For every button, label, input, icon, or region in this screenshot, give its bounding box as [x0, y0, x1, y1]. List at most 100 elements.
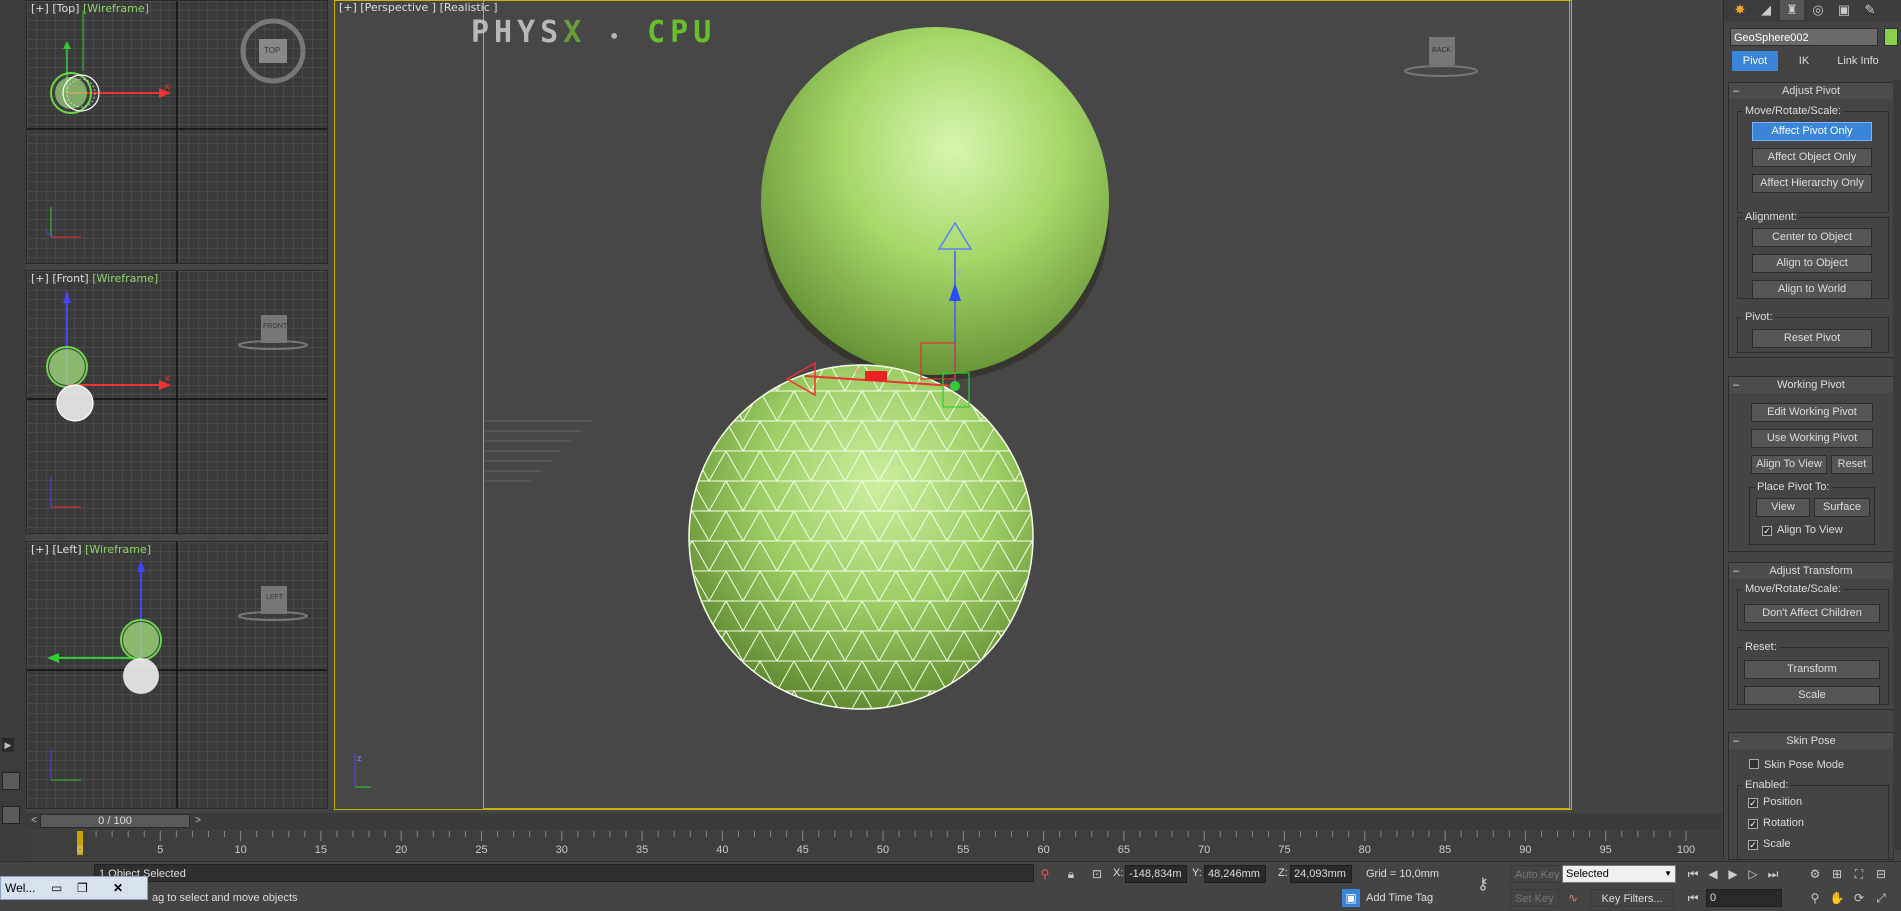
time-config-icon[interactable]: ⚙	[1806, 865, 1824, 883]
rotation-checkbox[interactable]: ✓ Rotation	[1748, 817, 1804, 829]
taskbar-window[interactable]: Wel... ▭ ❐ ✕	[0, 876, 148, 900]
zoom-extents-icon[interactable]: ⛶	[1850, 865, 1868, 883]
orbit-icon[interactable]: ⟳	[1850, 889, 1868, 907]
create-tab-icon[interactable]: ✸	[1728, 0, 1752, 20]
utilities-tab-icon[interactable]: ✎	[1858, 0, 1882, 20]
svg-text:x: x	[165, 373, 170, 383]
affect-object-only-button[interactable]: Affect Object Only	[1752, 148, 1872, 167]
time-slider[interactable]: < 0 / 100 >	[26, 813, 1722, 830]
key-icon[interactable]: ⚷	[1474, 876, 1492, 894]
viewport-perspective[interactable]: [+] [Perspective ] [Realistic ] PHYSX • …	[334, 0, 1572, 810]
tab-ik[interactable]: IK	[1784, 51, 1824, 71]
display-tab-icon[interactable]: ▣	[1832, 0, 1856, 20]
view-button[interactable]: View	[1756, 498, 1810, 517]
command-panel-scrollbar[interactable]	[1893, 80, 1901, 850]
viewport-left-label[interactable]: [+] [Left] [Wireframe]	[31, 543, 151, 556]
dont-affect-children-button[interactable]: Don't Affect Children	[1744, 604, 1880, 623]
absolute-mode-icon[interactable]: ⊡	[1088, 865, 1106, 883]
reset-pivot-button[interactable]: Reset Pivot	[1752, 329, 1872, 348]
viewport-top-label[interactable]: [+] [Top] [Wireframe]	[31, 2, 149, 15]
viewport-front-label[interactable]: [+] [Front] [Wireframe]	[31, 272, 158, 285]
track-bar[interactable]: 0 5 10 15 20 25 30 35 40 45 50 55 60 65 70 75 80 85 90 95 10…	[26, 831, 1722, 860]
collapse-icon[interactable]: –	[1733, 83, 1739, 99]
skin-pose-header[interactable]: – Skin Pose	[1729, 733, 1893, 749]
key-mode-toggle-icon[interactable]: ⏮	[1684, 889, 1702, 907]
align-to-view-button[interactable]: Align To View	[1751, 455, 1827, 474]
tool-icon[interactable]	[2, 772, 20, 790]
x-coordinate-input[interactable]: -148,834m	[1125, 865, 1187, 883]
align-to-world-button[interactable]: Align to World	[1752, 280, 1872, 299]
affect-pivot-only-button[interactable]: Affect Pivot Only	[1752, 122, 1872, 141]
expand-arrow-icon[interactable]: ▶	[2, 738, 14, 752]
viewport-front[interactable]: x [+] [Front] [Wireframe] FRONT	[26, 270, 328, 534]
reset-transform-button[interactable]: Transform	[1744, 660, 1880, 679]
play-icon[interactable]: ▶	[1724, 865, 1742, 883]
next-frame-arrow-icon[interactable]: >	[192, 814, 204, 828]
viewport-left[interactable]: [+] [Left] [Wireframe] LEFT	[26, 541, 328, 809]
tool-icon[interactable]	[2, 806, 20, 824]
goto-start-icon[interactable]: ⏮	[1684, 865, 1702, 883]
prev-frame-icon[interactable]: ◀	[1704, 865, 1722, 883]
center-to-object-button[interactable]: Center to Object	[1752, 228, 1872, 247]
viewport-perspective-label[interactable]: [+] [Perspective ] [Realistic ]	[339, 1, 498, 14]
prev-frame-arrow-icon[interactable]: <	[28, 814, 40, 828]
viewport-top[interactable]: x [+] [Top] [Wireframe] TOP	[26, 0, 328, 264]
z-coordinate-input[interactable]: 24,093mm	[1290, 865, 1352, 883]
skin-pose-mode-checkbox[interactable]: Skin Pose Mode	[1749, 759, 1844, 771]
affect-hierarchy-only-button[interactable]: Affect Hierarchy Only	[1752, 174, 1872, 193]
zoom-extents-all-icon[interactable]: ⊟	[1872, 865, 1890, 883]
zoom-icon[interactable]: ⚲	[1806, 889, 1824, 907]
position-checkbox[interactable]: ✓ Position	[1748, 796, 1802, 808]
align-to-view-checkbox[interactable]: ✓ Align To View	[1762, 524, 1843, 536]
set-key-button[interactable]: Set Key	[1510, 889, 1559, 907]
collapse-icon[interactable]: –	[1733, 733, 1739, 749]
pan-icon[interactable]: ✋	[1828, 889, 1846, 907]
use-working-pivot-button[interactable]: Use Working Pivot	[1751, 429, 1873, 448]
reset-scale-button[interactable]: Scale	[1744, 686, 1880, 705]
adjust-pivot-header[interactable]: – Adjust Pivot	[1729, 83, 1893, 99]
key-mode-select[interactable]: Selected ▼	[1562, 865, 1676, 883]
minimize-icon[interactable]: ▭	[51, 881, 62, 895]
motion-tab-icon[interactable]: ◎	[1806, 0, 1830, 20]
current-frame-input[interactable]: 0	[1706, 889, 1782, 907]
key-filters-button[interactable]: Key Filters...	[1590, 889, 1674, 907]
working-pivot-rollout: – Working Pivot Edit Working Pivot Use Wo…	[1728, 376, 1894, 552]
lock-icon[interactable]: 🔒︎	[1062, 865, 1080, 883]
track-tick-label: 85	[1438, 844, 1452, 856]
zoom-all-icon[interactable]: ⊞	[1828, 865, 1846, 883]
time-slider-thumb[interactable]: 0 / 100	[40, 814, 190, 828]
restore-icon[interactable]: ❐	[77, 881, 88, 895]
perspective-scene[interactable]: z x z	[335, 1, 1572, 810]
surface-button[interactable]: Surface	[1814, 498, 1870, 517]
edit-working-pivot-button[interactable]: Edit Working Pivot	[1751, 403, 1873, 422]
object-name-field[interactable]: GeoSphere002	[1730, 28, 1878, 46]
tab-pivot[interactable]: Pivot	[1732, 51, 1778, 71]
goto-end-icon[interactable]: ⏭	[1764, 865, 1782, 883]
hierarchy-tab-icon[interactable]: ♜	[1780, 0, 1804, 20]
viewcube-top-label[interactable]: TOP	[264, 46, 280, 55]
collapse-icon[interactable]: –	[1733, 377, 1739, 393]
collapse-icon[interactable]: –	[1733, 563, 1739, 579]
reset-working-pivot-button[interactable]: Reset	[1831, 455, 1873, 474]
pin-icon[interactable]: ⚲	[1036, 865, 1054, 883]
add-time-tag-button[interactable]: Add Time Tag	[1366, 889, 1433, 907]
viewcube-front-label[interactable]: FRONT	[263, 323, 287, 330]
maximize-viewport-icon[interactable]: ⤢	[1872, 889, 1890, 907]
object-color-swatch[interactable]	[1884, 28, 1898, 46]
scale-checkbox[interactable]: ✓ Scale	[1748, 838, 1791, 850]
close-icon[interactable]: ✕	[113, 881, 123, 895]
working-pivot-header[interactable]: – Working Pivot	[1729, 377, 1893, 393]
y-coordinate-input[interactable]: 48,246mm	[1204, 865, 1266, 883]
viewcube-left-label[interactable]: LEFT	[266, 594, 283, 601]
modify-tab-icon[interactable]: ◢	[1754, 0, 1778, 20]
time-tag-icon[interactable]: ▣	[1342, 889, 1360, 907]
auto-key-button[interactable]: Auto Key	[1510, 865, 1565, 883]
curve-icon[interactable]: ∿	[1564, 889, 1582, 907]
move-rotate-scale-group: Move/Rotate/Scale: Affect Pivot Only Aff…	[1737, 105, 1889, 213]
align-to-object-button[interactable]: Align to Object	[1752, 254, 1872, 273]
tab-link-info[interactable]: Link Info	[1828, 51, 1888, 71]
next-frame-icon[interactable]: ▷	[1744, 865, 1762, 883]
track-tick-label: 75	[1278, 844, 1291, 856]
adjust-transform-header[interactable]: – Adjust Transform	[1729, 563, 1893, 579]
viewcube-perspective-label[interactable]: BACK	[1432, 47, 1451, 54]
